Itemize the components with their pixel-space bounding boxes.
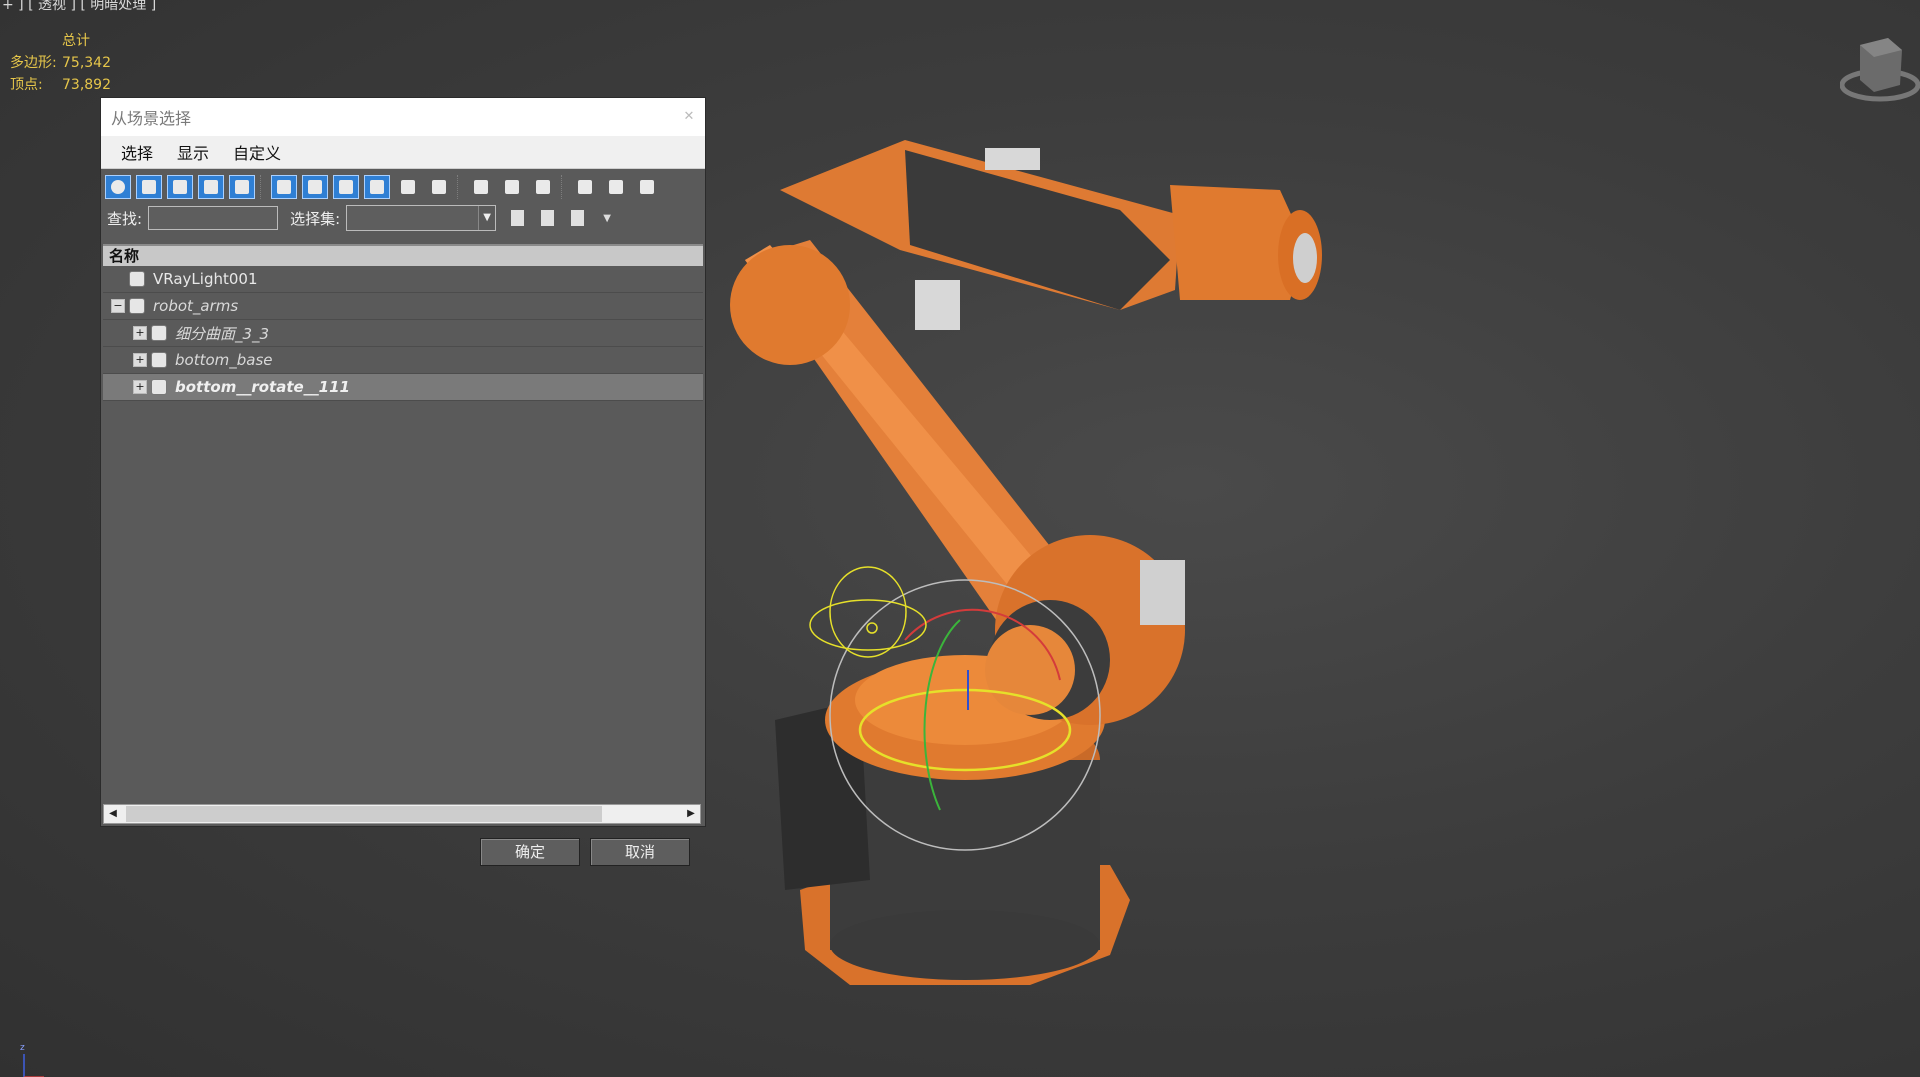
display-bones-icon[interactable]: [364, 175, 390, 199]
toolbar-separator: [260, 175, 267, 199]
horizontal-scrollbar[interactable]: ◀ ▶: [103, 804, 701, 824]
selset-add-icon[interactable]: [534, 206, 560, 230]
dialog-title: 从场景选择: [111, 109, 192, 128]
list-item[interactable]: + bottom_base: [103, 347, 703, 374]
geometry-object-icon: [129, 298, 145, 314]
collapse-icon[interactable]: [634, 175, 660, 199]
robot-base-column-bottom: [830, 910, 1100, 980]
scene-object-list[interactable]: 名称 VRayLight001 − robot_arms + 细分曲面_3_3 + bott…: [103, 244, 703, 798]
select-invert-icon[interactable]: [530, 175, 556, 199]
display-helpers-icon[interactable]: [229, 175, 255, 199]
ok-button[interactable]: 确定: [480, 838, 580, 866]
dialog-titlebar[interactable]: 从场景选择 ✕: [101, 98, 705, 136]
scroll-thumb[interactable]: [126, 806, 602, 822]
selset-remove-icon[interactable]: [564, 206, 590, 230]
collapse-icon[interactable]: −: [111, 299, 125, 313]
axis-z-label: z: [20, 1043, 25, 1053]
selset-edit-icon[interactable]: [504, 206, 530, 230]
display-groups-icon[interactable]: [302, 175, 328, 199]
chevron-down-icon[interactable]: ▼: [478, 206, 496, 230]
toolbar-separator: [561, 175, 568, 199]
select-none-icon[interactable]: [499, 175, 525, 199]
selection-set-label: 选择集:: [290, 209, 341, 228]
select-from-scene-dialog: 从场景选择 ✕ 选择 显示 自定义 查找: 选择集: ▼ ▼ 名称 VRayLi…: [100, 97, 706, 869]
geometry-object-icon: [151, 325, 167, 341]
filter-icon[interactable]: [572, 175, 598, 199]
list-item-label: bottom_base: [175, 351, 273, 369]
find-row: 查找: 选择集: ▼ ▼: [101, 202, 705, 234]
display-cameras-icon[interactable]: [198, 175, 224, 199]
menu-customize[interactable]: 自定义: [221, 140, 293, 164]
expand-icon[interactable]: +: [133, 326, 147, 340]
display-containers-icon[interactable]: [395, 175, 421, 199]
light-gizmo: [809, 566, 927, 658]
display-shapes-icon[interactable]: [136, 175, 162, 199]
expand-toolbar-icon[interactable]: ▼: [594, 206, 620, 230]
list-item-label: robot_arms: [153, 297, 239, 315]
filter-toolbar: [101, 172, 705, 202]
display-xrefs-icon[interactable]: [333, 175, 359, 199]
selection-set-dropdown[interactable]: ▼: [346, 205, 497, 231]
menu-display[interactable]: 显示: [165, 140, 221, 164]
geometry-object-icon: [151, 379, 167, 395]
find-label: 查找:: [107, 209, 143, 228]
display-spacewarps-icon[interactable]: [271, 175, 297, 199]
list-item[interactable]: + bottom__rotate__111: [103, 374, 703, 401]
list-item[interactable]: VRayLight001: [103, 266, 703, 293]
filter-options-icon[interactable]: [603, 175, 629, 199]
toolbar-separator: [457, 175, 464, 199]
dialog-menubar: 选择 显示 自定义: [101, 136, 705, 169]
display-frozen-icon[interactable]: [426, 175, 452, 199]
list-item-label: 细分曲面_3_3: [175, 324, 270, 343]
expand-icon[interactable]: +: [133, 380, 147, 394]
list-item-label: VRayLight001: [153, 270, 258, 288]
list-item[interactable]: − robot_arms: [103, 293, 703, 320]
geometry-object-icon: [151, 352, 167, 368]
column-header-name[interactable]: 名称: [103, 246, 703, 266]
dialog-frame: 从场景选择 ✕ 选择 显示 自定义 查找: 选择集: ▼ ▼ 名称 VRayLi…: [100, 97, 706, 827]
cancel-button[interactable]: 取消: [590, 838, 690, 866]
display-geometry-icon[interactable]: [105, 175, 131, 199]
robot-elbow-joint: [730, 245, 850, 365]
dialog-buttons: 确定 取消: [480, 838, 700, 866]
light-object-icon: [129, 271, 145, 287]
expand-icon[interactable]: +: [133, 353, 147, 367]
display-lights-icon[interactable]: [167, 175, 193, 199]
menu-select[interactable]: 选择: [109, 140, 165, 164]
select-all-icon[interactable]: [468, 175, 494, 199]
close-icon[interactable]: ✕: [679, 107, 699, 127]
axis-indicator: z: [20, 1043, 44, 1077]
scroll-left-icon[interactable]: ◀: [104, 805, 122, 823]
viewcube-icon[interactable]: [1840, 30, 1920, 110]
find-input[interactable]: [148, 206, 279, 230]
list-item-label: bottom__rotate__111: [175, 378, 350, 396]
list-item[interactable]: + 细分曲面_3_3: [103, 320, 703, 347]
scroll-right-icon[interactable]: ▶: [682, 805, 700, 823]
